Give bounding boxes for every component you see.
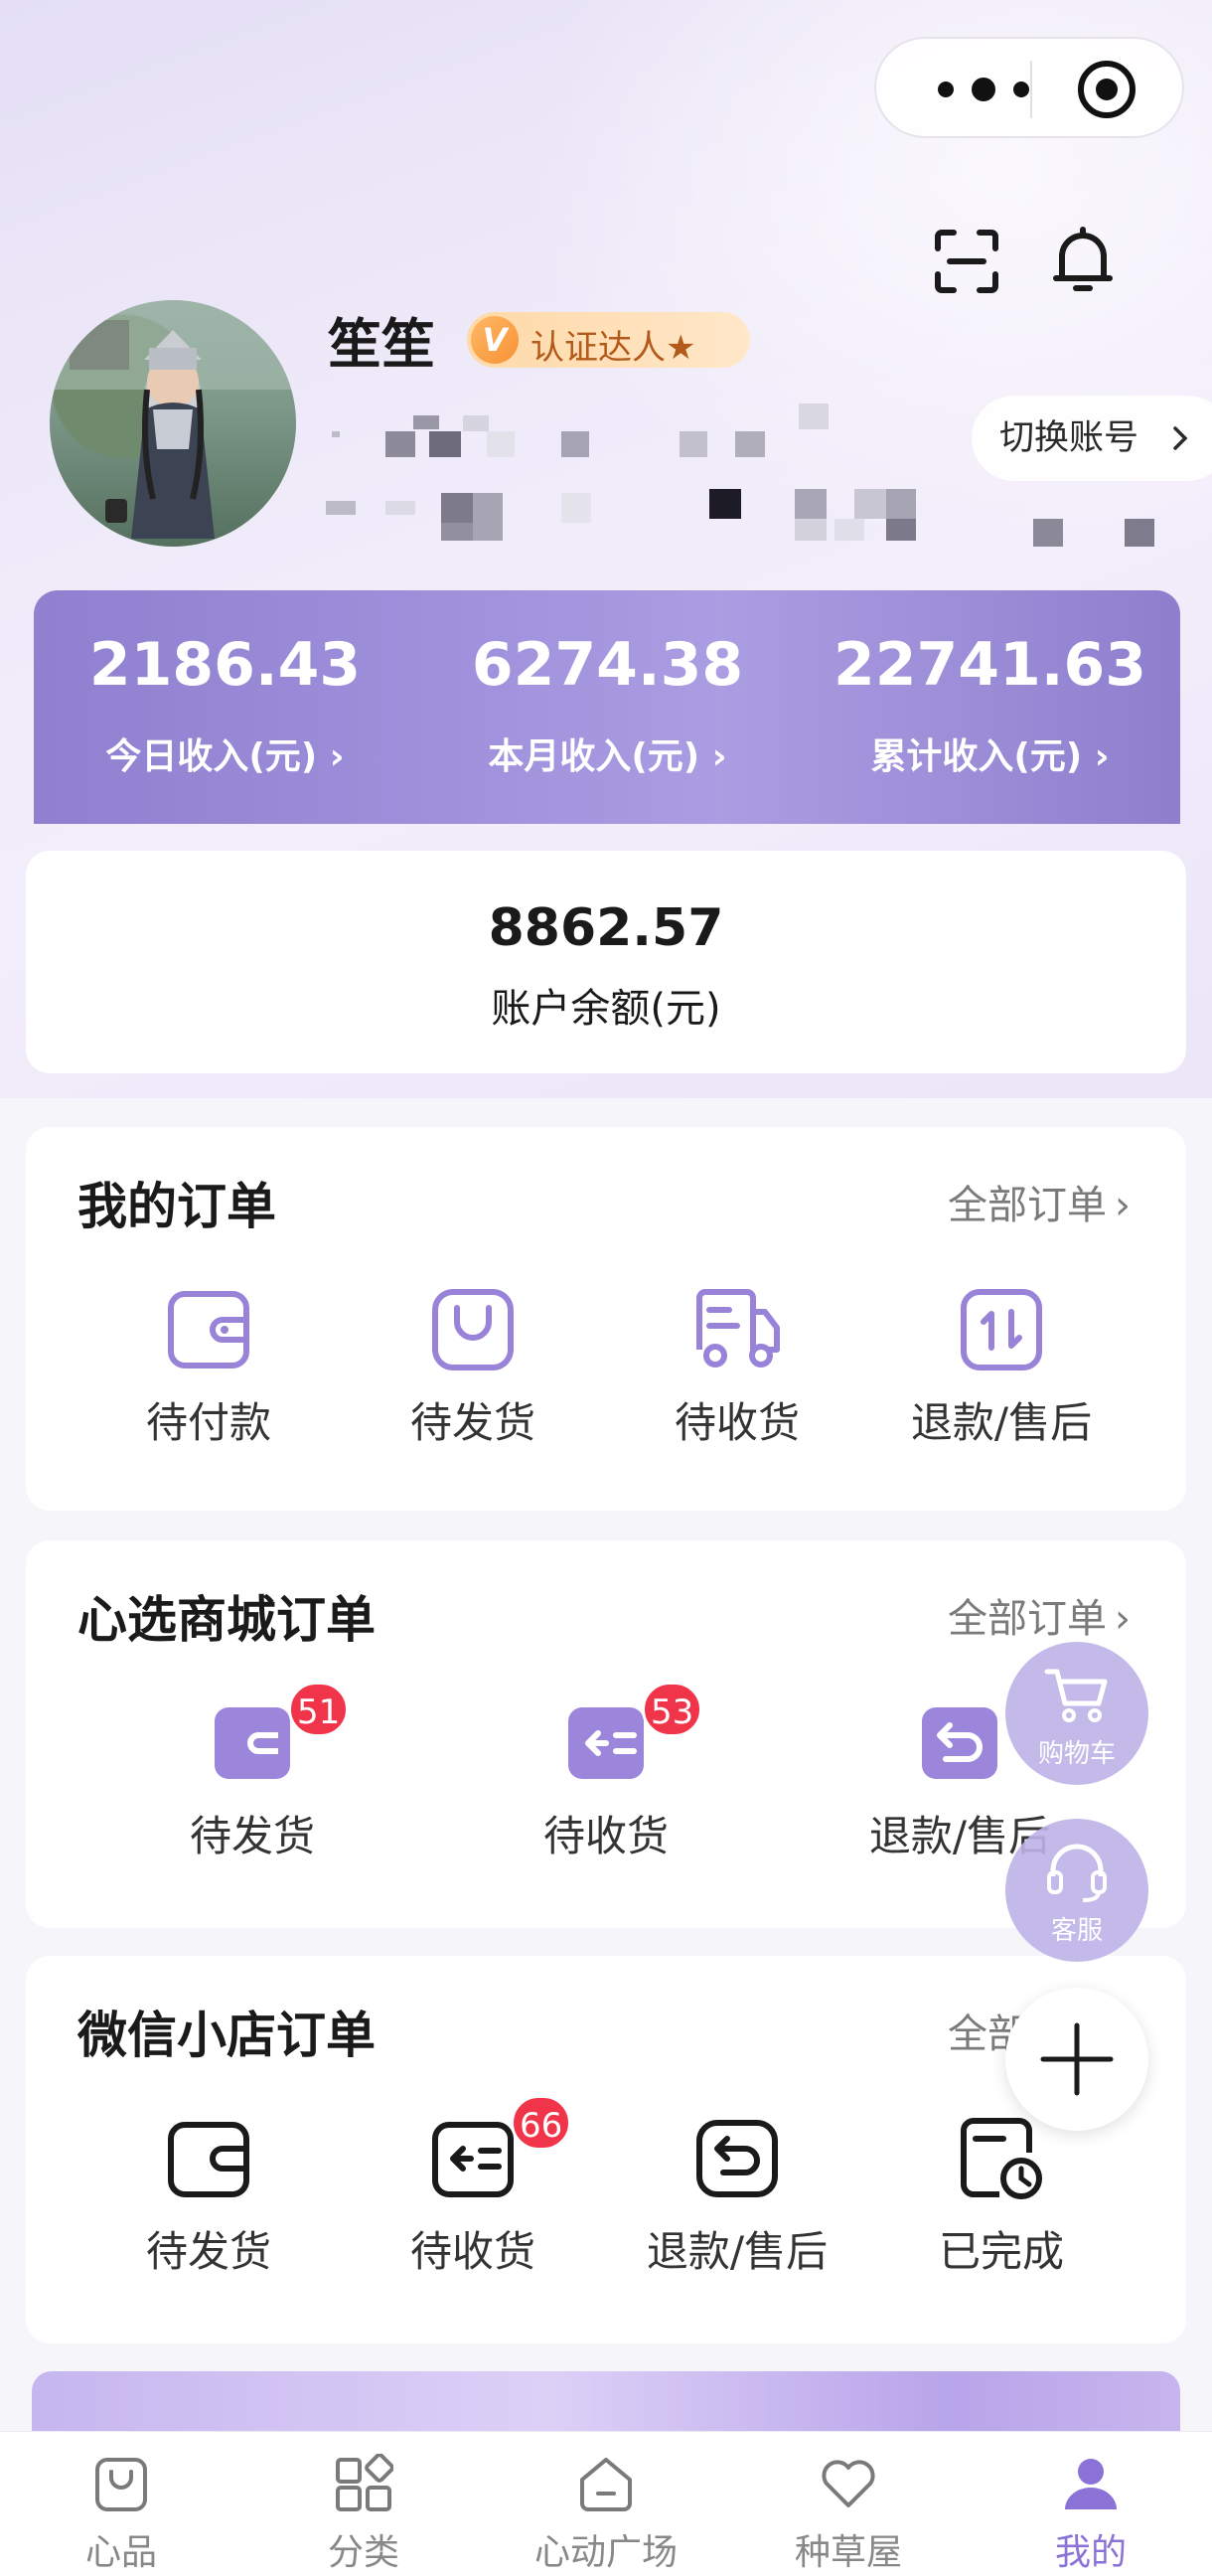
tab-grass-house[interactable]: 种草屋 — [727, 2432, 970, 2576]
target-icon[interactable] — [1075, 58, 1138, 121]
order-pending-receipt[interactable]: 待收货 — [618, 1286, 856, 1485]
avatar[interactable] — [50, 300, 296, 547]
redacted-profile-info — [326, 403, 916, 541]
bell-icon[interactable] — [1048, 225, 1118, 294]
plaza-icon — [580, 2458, 632, 2511]
heart-icon — [822, 2460, 875, 2507]
wechat-pending-shipment[interactable]: 待发货 — [89, 2115, 328, 2314]
item-label: 待收货 — [409, 2227, 535, 2276]
item-label: 已完成 — [938, 2227, 1064, 2276]
earning-today-value: 2186.43 — [88, 630, 362, 700]
switch-account-button[interactable]: 切换账号 — [972, 396, 1212, 481]
my-orders-card: 我的订单 全部订单 › 待付款 待发货 待收货 退款/售后 — [26, 1127, 1186, 1511]
scan-icon[interactable] — [932, 227, 1001, 296]
return-outline-icon — [696, 2120, 778, 2197]
account-balance-card[interactable]: 8862.57 账户余额(元) — [26, 851, 1186, 1073]
promo-banner[interactable] — [32, 2371, 1180, 2431]
tab-label: 心品 — [84, 2532, 157, 2573]
mall-orders-title: 心选商城订单 — [77, 1591, 376, 1649]
verified-v-icon: V — [471, 316, 519, 364]
tab-mine[interactable]: 我的 — [970, 2432, 1212, 2576]
chevron-right-icon — [1173, 426, 1188, 450]
wechat-pending-receipt[interactable]: 66 待收货 — [354, 2095, 592, 2314]
wechat-refund-aftersale[interactable]: 退款/售后 — [618, 2115, 856, 2314]
truck-icon — [696, 1289, 780, 1368]
mall-orders-all-link[interactable]: 全部订单 › — [948, 1586, 1131, 1644]
item-label: 待收货 — [542, 1812, 669, 1860]
earning-today-label: 今日收入(元) › — [105, 736, 345, 777]
earning-today[interactable]: 2186.43 今日收入(元) › — [34, 590, 416, 824]
cart-fab[interactable]: 购物车 — [1005, 1642, 1148, 1785]
user-icon — [1065, 2459, 1117, 2509]
earning-month-label: 本月收入(元) › — [488, 736, 727, 777]
earning-total-value: 22741.63 — [833, 630, 1147, 700]
mall-pending-shipment-badge: 51 — [288, 1682, 350, 1737]
inbox-outline-icon — [432, 2122, 514, 2197]
plus-icon — [1040, 2022, 1114, 2096]
miniprogram-capsule — [874, 37, 1184, 138]
wechat-orders-title: 微信小店订单 — [77, 2007, 376, 2064]
wallet-fill-icon — [215, 1707, 290, 1779]
wechat-completed[interactable]: 已完成 — [882, 2115, 1121, 2314]
capsule-divider — [1030, 61, 1032, 118]
earning-month-value: 6274.38 — [471, 630, 744, 700]
tab-category[interactable]: 分类 — [242, 2432, 485, 2576]
order-refund-aftersale[interactable]: 退款/售后 — [882, 1286, 1121, 1485]
redacted-profile-info-2 — [1033, 519, 1154, 547]
balance-value: 8862.57 — [488, 898, 724, 958]
item-label: 待发货 — [409, 1398, 535, 1447]
item-label: 待付款 — [145, 1398, 271, 1447]
earnings-panel: 2186.43 今日收入(元) › 6274.38 本月收入(元) › 2274… — [34, 590, 1180, 824]
tab-label: 我的 — [1054, 2532, 1127, 2573]
earning-total[interactable]: 22741.63 累计收入(元) › — [799, 590, 1181, 824]
package-icon — [432, 1289, 514, 1370]
tab-label: 心动广场 — [533, 2532, 678, 2573]
add-fab[interactable] — [1005, 1988, 1148, 2131]
avatar-photo — [50, 300, 296, 539]
mall-pending-receipt[interactable]: 53 待收货 — [487, 1682, 725, 1898]
mall-pending-receipt-badge: 53 — [642, 1682, 703, 1737]
item-label: 待收货 — [674, 1398, 800, 1447]
earning-month[interactable]: 6274.38 本月收入(元) › — [416, 590, 799, 824]
bottom-tab-bar: 心品 分类 心动广场 种草屋 我的 — [0, 2431, 1212, 2576]
tab-label: 种草屋 — [794, 2532, 902, 2573]
item-label: 退款/售后 — [646, 2227, 829, 2276]
tab-label: 分类 — [327, 2532, 399, 2573]
switch-account-label: 切换账号 — [999, 418, 1139, 458]
more-dots-icon[interactable] — [924, 72, 1043, 107]
wallet-icon — [168, 1291, 249, 1368]
earning-total-label: 累计收入(元) › — [870, 736, 1110, 777]
return-fill-icon — [922, 1707, 997, 1779]
refund-icon — [961, 1289, 1042, 1370]
item-label: 待发货 — [189, 1812, 315, 1860]
item-label: 待发货 — [145, 2227, 271, 2276]
tab-plaza[interactable]: 心动广场 — [485, 2432, 727, 2576]
inbox-fill-icon — [568, 1707, 644, 1779]
customer-service-fab[interactable]: 客服 — [1005, 1819, 1148, 1962]
wechat-pending-receipt-badge: 66 — [511, 2095, 572, 2151]
grid-icon — [336, 2454, 393, 2511]
verified-badge: V 认证达人★ — [467, 312, 750, 368]
my-orders-title: 我的订单 — [77, 1178, 276, 1235]
cart-icon — [1044, 1669, 1108, 1722]
item-label: 退款/售后 — [910, 1398, 1093, 1447]
tab-xinpin[interactable]: 心品 — [0, 2432, 242, 2576]
verified-badge-label: 认证达人★ — [530, 328, 696, 368]
bag-icon — [95, 2458, 147, 2511]
mall-pending-shipment[interactable]: 51 待发货 — [133, 1682, 372, 1898]
service-label: 客服 — [1050, 1916, 1103, 1946]
wallet-outline-icon — [168, 2122, 249, 2197]
cart-label: 购物车 — [1037, 1739, 1116, 1769]
headset-icon — [1047, 1844, 1107, 1902]
order-pending-shipment[interactable]: 待发货 — [354, 1286, 592, 1485]
order-pending-payment[interactable]: 待付款 — [89, 1286, 328, 1485]
username: 笙笙 — [328, 313, 435, 376]
balance-label: 账户余额(元) — [491, 986, 721, 1032]
my-orders-all-link[interactable]: 全部订单 › — [948, 1173, 1131, 1230]
